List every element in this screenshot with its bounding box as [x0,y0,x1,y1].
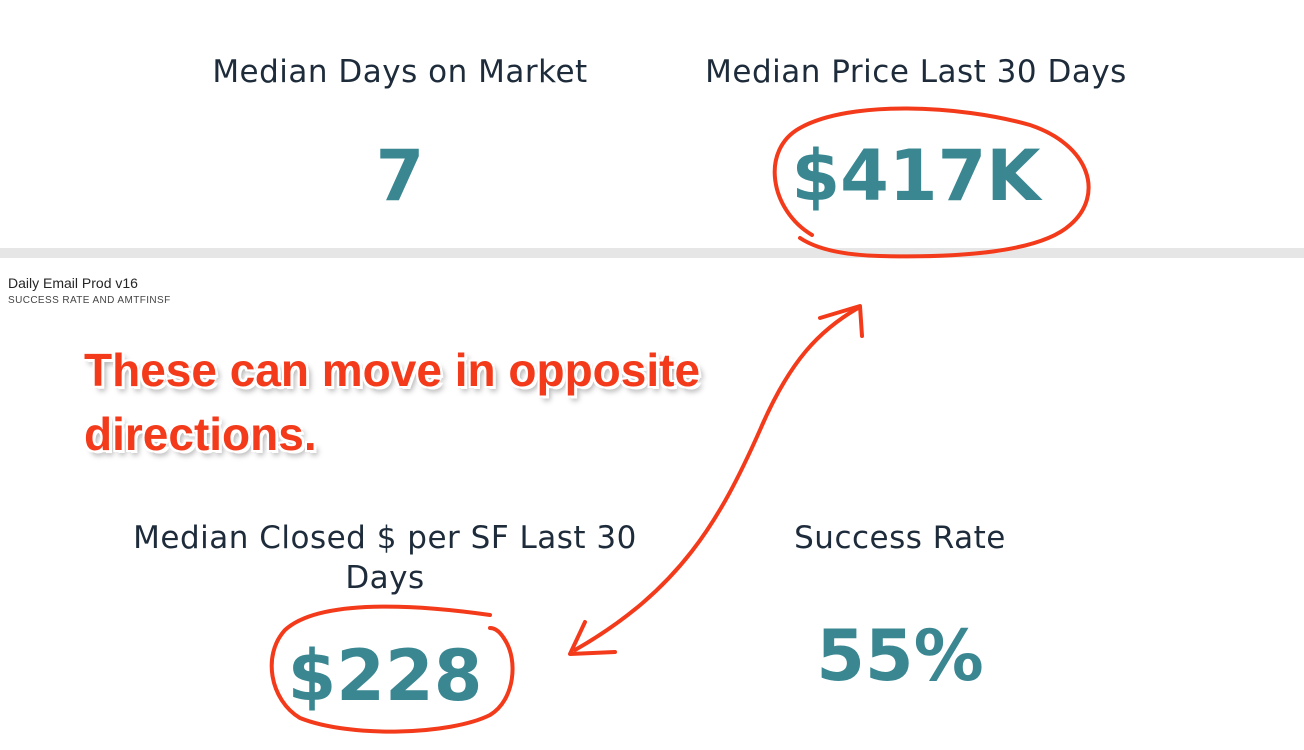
days-on-market-label: Median Days on Market [212,54,588,90]
closed-per-sf-label-line2: Days [345,560,425,596]
report-subtitle: SUCCESS RATE AND AMTFINSF [8,295,171,306]
success-rate-value: 55% [816,615,984,697]
success-rate-label: Success Rate [794,520,1006,556]
panel-divider [0,248,1304,258]
days-on-market-value: 7 [375,135,425,217]
closed-per-sf-value: $228 [287,635,483,717]
report-title[interactable]: Daily Email Prod v16 [8,275,138,291]
bottom-kpi-panel [0,258,1304,750]
median-price-value: $417K [791,135,1041,217]
top-kpi-panel: Median Days on Market 7 Median Price Las… [0,0,1304,248]
closed-per-sf-label-line1: Median Closed $ per SF Last 30 [133,520,637,556]
dashboard-page: Median Days on Market 7 Median Price Las… [0,0,1304,750]
median-price-label: Median Price Last 30 Days [705,54,1127,90]
annotation-text: These can move in opposite directions. [84,344,701,460]
